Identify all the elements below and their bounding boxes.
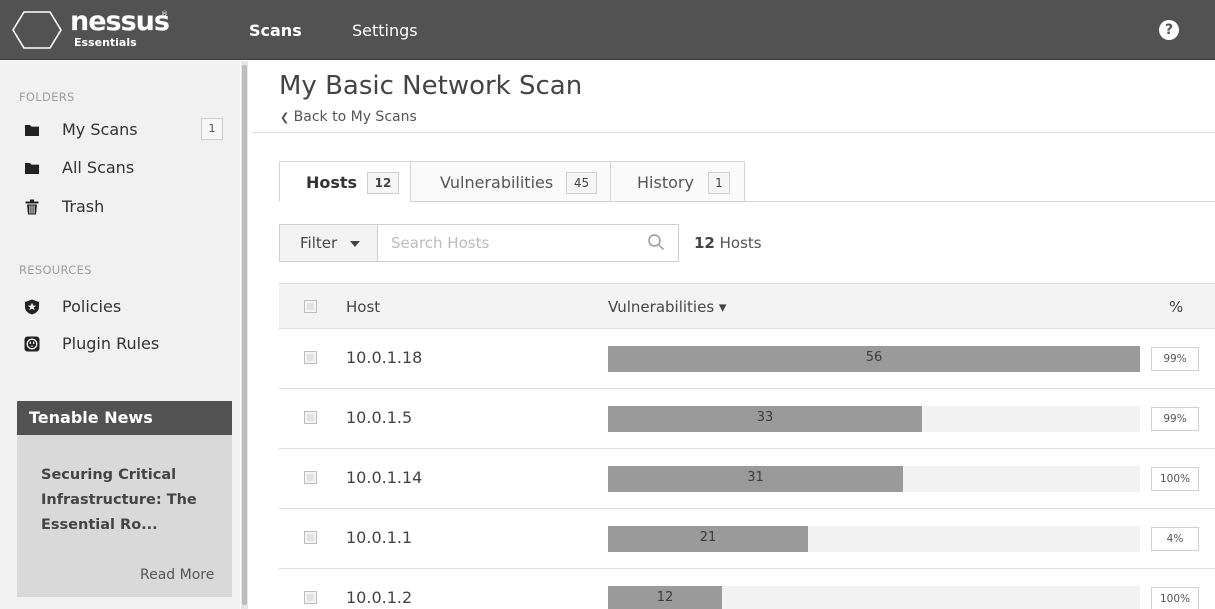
tab-label: History [637,173,694,192]
table-row[interactable]: 10.0.1.2 12 100% [279,569,1215,609]
nessus-logo[interactable]: nessus ® Essentials [12,5,170,55]
folder-icon [25,125,39,136]
row-checkbox[interactable] [304,591,317,604]
filter-button[interactable]: Filter [279,224,378,262]
search-hosts-input[interactable] [377,224,679,262]
tab-count-badge: 1 [708,172,730,194]
vulnerability-bar[interactable]: 33 [608,406,1140,432]
logo-registered-mark: ® [161,10,168,18]
sidebar-item-all-scans[interactable]: All Scans [0,150,240,186]
vulnerability-bar[interactable]: 12 [608,586,1140,609]
back-link-label: Back to My Scans [293,109,417,125]
sidebar-item-label: Trash [62,197,105,216]
table-row[interactable]: 10.0.1.1 21 4% [279,509,1215,569]
select-all-checkbox[interactable] [304,300,317,313]
vulnerability-count: 31 [747,470,764,485]
help-icon[interactable]: ? [1159,20,1179,40]
host-cell[interactable]: 10.0.1.5 [346,408,412,427]
host-count: 12 Hosts [694,234,762,252]
sidebar-item-label: All Scans [62,158,135,177]
host-cell[interactable]: 10.0.1.2 [346,588,412,607]
row-checkbox[interactable] [304,351,317,364]
host-cell[interactable]: 10.0.1.18 [346,348,422,367]
table-row[interactable]: 10.0.1.5 33 99% [279,389,1215,449]
read-more-link[interactable]: Read More [140,567,214,583]
vulnerability-bar-fill: 21 [608,526,808,552]
row-checkbox[interactable] [304,411,317,424]
percent-badge: 100% [1151,587,1199,609]
vulnerability-bar-fill: 31 [608,466,903,492]
top-navigation-bar: nessus ® Essentials Scans Settings ? [0,0,1215,60]
row-checkbox[interactable] [304,471,317,484]
caret-down-icon [350,241,360,247]
percent-badge: 100% [1151,467,1199,491]
tab-history[interactable]: History 1 [610,161,745,202]
host-count-label: Hosts [719,234,762,252]
vulnerability-count: 12 [656,590,674,605]
filter-label: Filter [300,234,338,252]
vulnerability-bar-fill: 12 [608,586,722,609]
news-headline-line[interactable]: Securing Critical [41,465,176,485]
nessus-hexagon-icon [12,11,62,49]
row-checkbox[interactable] [304,531,317,544]
logo-edition: Essentials [74,36,137,49]
chevron-left-icon: ❮ [280,111,290,124]
news-headline-line[interactable]: Essential Ro... [41,515,158,535]
host-cell[interactable]: 10.0.1.14 [346,468,422,487]
sidebar-item-policies[interactable]: Policies [0,289,240,325]
sidebar-scrollbar-thumb[interactable] [242,65,247,605]
table-header: Host Vulnerabilities ▾ % [279,283,1215,329]
vulnerability-bar-fill: 33 [608,406,922,432]
vulnerability-bar[interactable]: 31 [608,466,1140,492]
logo-name: nessus [70,6,170,37]
host-count-number: 12 [694,234,715,252]
vulnerability-bar-fill: 56 [608,346,1140,372]
vulnerability-bar[interactable]: 56 [608,346,1140,372]
sidebar-item-label: Plugin Rules [62,334,160,353]
folders-heading: FOLDERS [19,90,75,104]
tab-label: Vulnerabilities [440,173,554,192]
host-cell[interactable]: 10.0.1.1 [346,528,412,547]
vulnerability-bar[interactable]: 21 [608,526,1140,552]
page-title: My Basic Network Scan [279,71,583,101]
table-row[interactable]: 10.0.1.18 56 99% [279,329,1215,389]
vulnerability-count: 21 [699,530,717,545]
nav-scans[interactable]: Scans [249,21,302,41]
column-header-host[interactable]: Host [346,298,380,316]
vulnerability-count: 56 [865,350,883,365]
header-divider [252,132,1215,133]
my-scans-count-badge: 1 [201,118,223,140]
tab-hosts[interactable]: Hosts 12 [279,161,411,202]
tab-label: Hosts [306,173,358,192]
resources-heading: RESOURCES [19,263,92,277]
sidebar-item-plugin-rules[interactable]: Plugin Rules [0,326,240,362]
sidebar-item-label: My Scans [62,120,138,139]
column-header-vulnerabilities[interactable]: Vulnerabilities ▾ [608,298,726,316]
sidebar-item-trash[interactable]: Trash [0,189,240,225]
percent-badge: 4% [1151,527,1199,551]
tenable-news-header: Tenable News [17,401,232,435]
tabs-divider [744,201,1215,202]
vulnerability-count: 33 [756,410,774,425]
tab-vulnerabilities[interactable]: Vulnerabilities 45 [410,161,611,202]
nav-settings[interactable]: Settings [352,21,418,41]
percent-badge: 99% [1151,407,1199,431]
policy-shield-icon [25,299,39,315]
column-header-percent[interactable]: % [1169,298,1183,316]
table-row[interactable]: 10.0.1.14 31 100% [279,449,1215,509]
sidebar-item-label: Policies [62,297,122,316]
news-headline-line[interactable]: Infrastructure: The [41,490,197,510]
search-icon[interactable] [647,233,665,251]
plugin-rules-icon [24,336,40,352]
percent-badge: 99% [1151,347,1199,371]
folder-icon [25,163,39,174]
trash-icon [25,199,39,215]
back-link[interactable]: ❮ Back to My Scans [280,109,417,125]
tab-count-badge: 45 [566,172,597,194]
tab-count-badge: 12 [367,172,399,194]
